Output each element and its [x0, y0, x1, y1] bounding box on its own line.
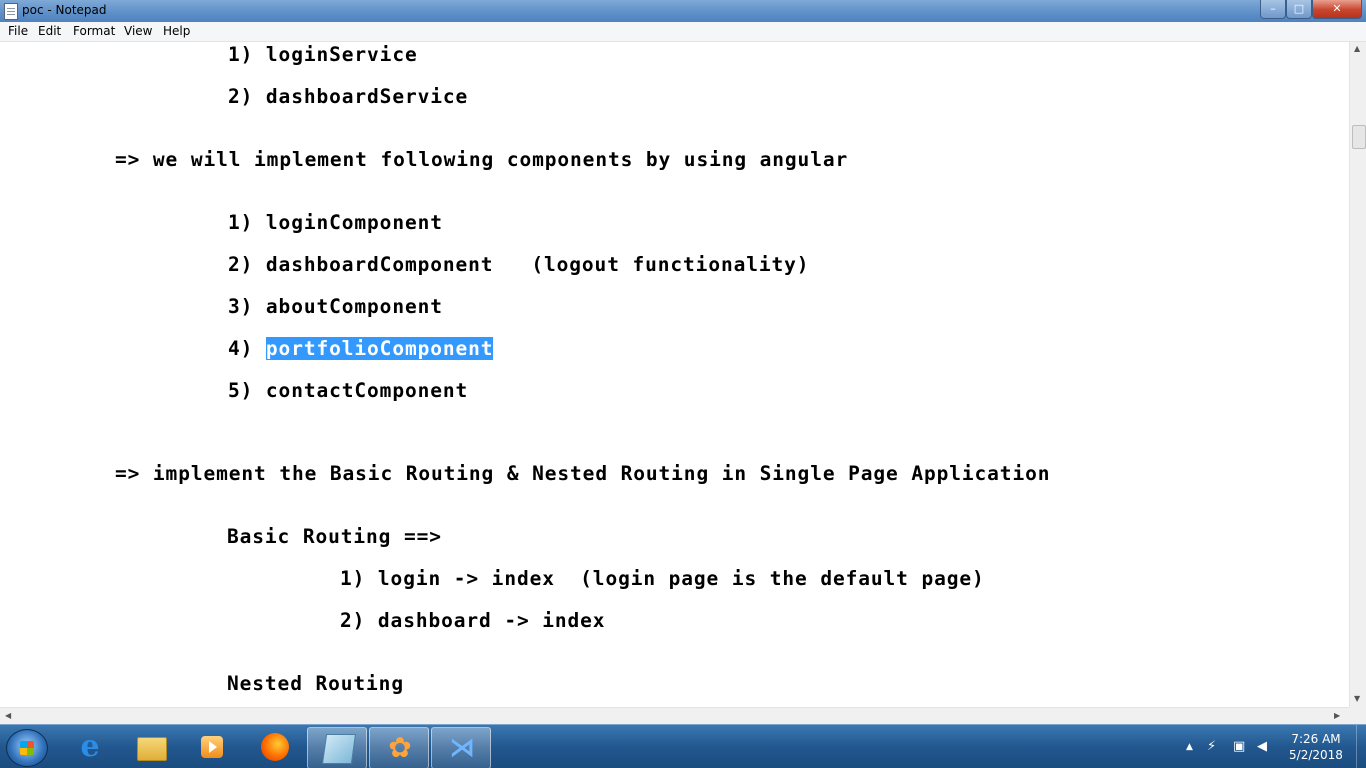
menu-edit[interactable]: Edit: [38, 24, 61, 38]
scroll-left-icon[interactable]: ◀: [5, 711, 11, 720]
title-bar: poc - Notepad – □ ✕: [0, 0, 1366, 22]
clock-date: 5/2/2018: [1289, 748, 1343, 762]
taskbar-media-player[interactable]: [182, 727, 240, 767]
text-line: => we will implement following component…: [115, 148, 849, 171]
window-title: poc - Notepad: [22, 3, 107, 17]
text-line: 2) dashboardService: [228, 85, 469, 108]
text-line: 1) loginService: [228, 43, 418, 66]
taskbar-file-explorer[interactable]: [121, 727, 179, 767]
taskbar-firefox[interactable]: [245, 727, 303, 767]
clock[interactable]: 7:26 AM 5/2/2018: [1284, 731, 1348, 763]
taskbar-notepad[interactable]: [307, 727, 367, 768]
line-number: 4): [228, 337, 266, 360]
taskbar: e ✿ ⋊ ▲ ⚡ ▣ ◀ 7:26 AM 5/2/2018: [0, 724, 1366, 768]
taskbar-internet-explorer[interactable]: e: [60, 727, 118, 767]
start-button[interactable]: [6, 729, 48, 767]
scroll-right-icon[interactable]: ▶: [1334, 711, 1340, 720]
text-line: Basic Routing ==>: [227, 525, 442, 548]
selected-text: portfolioComponent: [265, 337, 494, 360]
vertical-scrollbar[interactable]: ▲ ▼: [1349, 42, 1366, 707]
media-player-icon: [201, 736, 223, 758]
folder-icon: [137, 737, 167, 761]
close-button[interactable]: ✕: [1312, 0, 1362, 19]
text-line: 5) contactComponent: [228, 379, 469, 402]
scroll-up-icon[interactable]: ▲: [1354, 44, 1360, 53]
windows-logo-icon: [20, 741, 34, 755]
vscode-icon: ⋊: [449, 733, 475, 763]
scrollbar-corner: [1349, 707, 1366, 724]
menu-view[interactable]: View: [124, 24, 152, 38]
minimize-button[interactable]: –: [1260, 0, 1286, 19]
volume-icon[interactable]: ◀: [1257, 739, 1267, 754]
show-desktop-button[interactable]: [1356, 725, 1366, 768]
menu-help[interactable]: Help: [163, 24, 190, 38]
menu-bar: File Edit Format View Help: [0, 22, 1366, 42]
notepad-icon: [4, 3, 18, 20]
show-hidden-icons-icon[interactable]: ▲: [1186, 742, 1193, 752]
text-line: Nested Routing: [227, 672, 404, 695]
scroll-thumb[interactable]: [1352, 125, 1366, 149]
text-line: => implement the Basic Routing & Nested …: [115, 462, 1051, 485]
flower-app-icon: ✿: [388, 731, 412, 764]
text-line: 4) portfolioComponent: [228, 337, 494, 360]
clock-time: 7:26 AM: [1291, 732, 1341, 746]
power-icon[interactable]: ⚡: [1207, 739, 1216, 754]
maximize-button[interactable]: □: [1286, 0, 1312, 19]
text-line: 1) loginComponent: [228, 211, 443, 234]
menu-file[interactable]: File: [8, 24, 28, 38]
text-line: 2) dashboard -> index: [340, 609, 606, 632]
notepad-icon: [321, 734, 357, 764]
network-icon[interactable]: ▣: [1233, 739, 1245, 754]
internet-explorer-icon: e: [80, 729, 100, 764]
firefox-icon: [261, 733, 289, 761]
text-line: 3) aboutComponent: [228, 295, 443, 318]
taskbar-vscode[interactable]: ⋊: [431, 727, 491, 768]
text-editor[interactable]: 1) loginService 2) dashboardService => w…: [0, 42, 1349, 707]
text-line: 1) login -> index (login page is the def…: [340, 567, 985, 590]
taskbar-app-flower[interactable]: ✿: [369, 727, 429, 768]
menu-format[interactable]: Format: [73, 24, 115, 38]
horizontal-scrollbar[interactable]: ◀ ▶: [0, 707, 1349, 725]
scroll-down-icon[interactable]: ▼: [1354, 694, 1360, 703]
text-line: 2) dashboardComponent (logout functional…: [228, 253, 810, 276]
